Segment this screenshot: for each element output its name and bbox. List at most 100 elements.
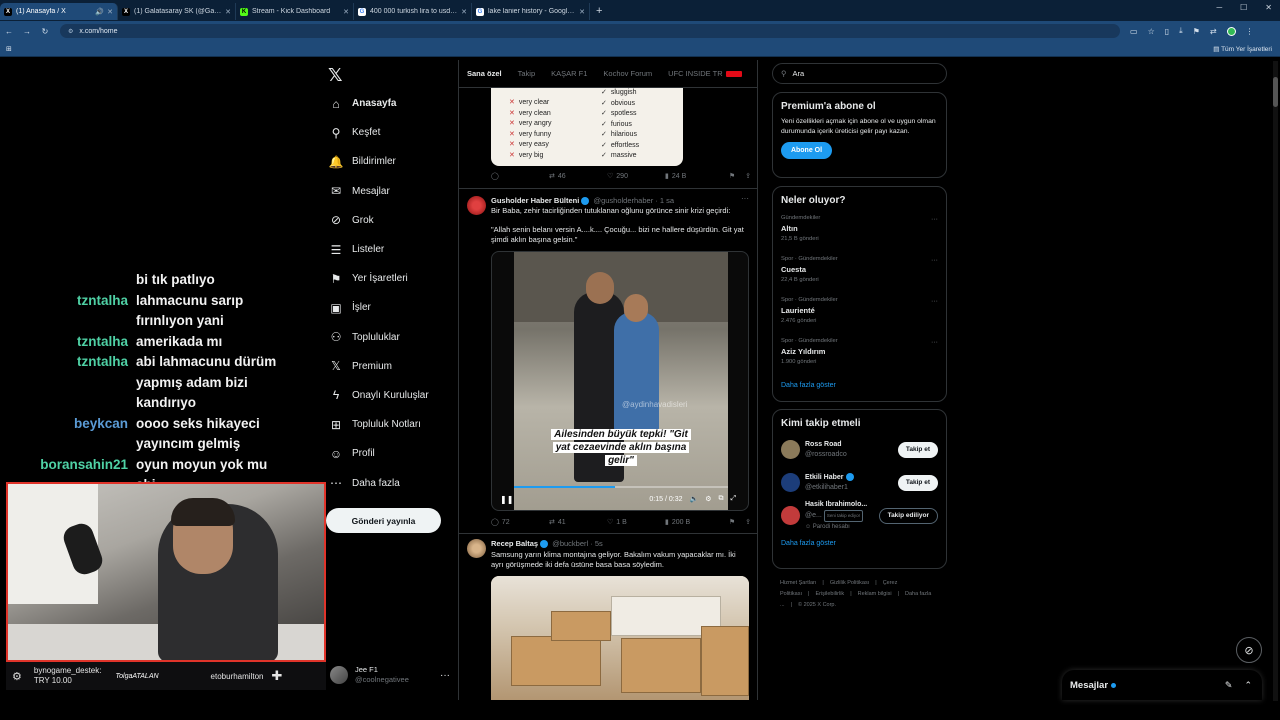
trend-item[interactable]: Gündemdekiler Altın 21,5 B gönderi ··· [781,210,938,251]
timeline-tab[interactable]: KAŞAR F1 [543,69,595,78]
nav-item-home[interactable]: ⌂ Anasayfa [326,89,456,118]
forward-icon[interactable]: → [18,27,36,36]
nav-item-list[interactable]: ☰ Listeler [326,235,456,264]
new-tab-button[interactable]: + [596,5,602,17]
apps-grid-icon[interactable]: ⊞ [6,45,12,53]
nav-item-grok[interactable]: ⊘ Grok [326,206,456,235]
author-handle[interactable]: @gusholderhaber [593,196,653,205]
bookmark-icon[interactable]: ⚑ [729,518,735,526]
nav-item-bell[interactable]: 🔔 Bildirimler [326,147,456,176]
nav-item-people[interactable]: ⚇ Topluluklar [326,323,456,352]
page-scrollbar[interactable] [1273,61,1278,701]
post-button[interactable]: Gönderi yayınla [326,508,441,533]
post-time[interactable]: 1 sa [660,196,674,205]
nav-item-search[interactable]: ⚲ Keşfet [326,118,456,147]
site-info-icon[interactable]: ⚙ [68,28,73,35]
star-icon[interactable]: ☆ [1148,27,1155,36]
fullscreen-icon[interactable]: ⤢ [731,495,737,503]
tab-audio-icon[interactable]: 🔊 [95,8,104,16]
nav-item-more-circle[interactable]: ⋯ Daha fazla [326,468,456,497]
reload-icon[interactable]: ↻ [36,27,54,36]
all-bookmarks-link[interactable]: ▤ Tüm Yer İşaretleri [1213,45,1272,53]
maximize-button[interactable]: ☐ [1240,3,1247,12]
nav-item-lightning[interactable]: ϟ Onaylı Kuruluşlar [326,381,456,410]
more-horizontal-icon[interactable]: ··· [931,257,938,264]
profile-avatar-icon[interactable] [1226,26,1236,36]
messages-dock[interactable]: Mesajlar ✎ ⌃ [1062,670,1262,700]
new-message-icon[interactable]: ✎ [1225,680,1233,691]
pause-icon[interactable]: ❚❚ [500,495,513,504]
post-image-vocabulary[interactable]: ✕ very clear ✕ very clean ✕ very angry ✕ very f… [491,88,683,166]
extension-icon[interactable]: ⚑ [1193,27,1200,36]
share-icon[interactable]: ⇪ [745,518,751,526]
nav-item-x-premium[interactable]: 𝕏 Premium [326,352,456,381]
follow-suggestion[interactable]: Etkili Haber @etkilihaber1 Takip et [781,466,938,499]
follow-suggestion[interactable]: Hasik Ibrahimolo... @e... Seni takip ediyo… [781,499,938,532]
like-button[interactable]: ♡ 1 B [607,518,665,527]
url-field[interactable]: ⚙ x.com/home [60,24,1120,38]
browser-tab[interactable]: X (1) Galatasaray SK (@Galatasaray...✕ [118,3,236,20]
nav-item-briefcase[interactable]: ▣ İşler [326,293,456,322]
close-window-button[interactable]: ✕ [1265,3,1272,12]
follow-suggestion[interactable]: Ross Road @rossroadco Takip et [781,433,938,466]
minimize-button[interactable]: ─ [1216,3,1222,12]
pip-icon[interactable]: ⧉ [719,495,724,503]
reply-button[interactable]: ◯ [491,172,549,180]
following-button[interactable]: Takip ediliyor [878,507,938,524]
trends-show-more[interactable]: Daha fazla göster [781,382,946,389]
grok-fab-icon[interactable]: ⊘ [1236,637,1262,663]
like-button[interactable]: ♡ 290 [607,172,665,181]
follow-button[interactable]: Takip et [897,474,938,491]
follow-button[interactable]: Takip et [897,441,938,458]
browser-tab[interactable]: Glake lanier history - Google'da A...✕ [472,3,590,20]
more-horizontal-icon[interactable]: ··· [931,216,938,223]
footer-link[interactable]: Erişilebilirlik [815,591,844,597]
post-image-boxes[interactable] [491,576,749,700]
trend-item[interactable]: Spor · Gündemdekiler Cuesta 22,4 B gönderi… [781,251,938,292]
search-input[interactable]: ⚲ Ara [772,63,947,84]
more-horizontal-icon[interactable]: ··· [931,298,938,305]
share-icon[interactable]: ⇪ [745,172,751,180]
avatar[interactable] [781,506,800,525]
more-horizontal-icon[interactable]: ··· [931,339,938,346]
x-logo-icon[interactable]: 𝕏 [328,65,343,86]
footer-link[interactable]: © 2025 X Corp. [798,602,836,608]
who-show-more[interactable]: Daha fazla göster [781,540,946,547]
browser-tab[interactable]: X (1) Anasayfa / X 🔊 ✕ [0,3,118,20]
author-name[interactable]: Gusholder Haber Bülteni [491,196,579,205]
settings-icon[interactable]: ⚙ [705,495,711,503]
nav-item-profile[interactable]: ☺ Profil [326,439,456,468]
back-icon[interactable]: ← [0,27,18,36]
views-button[interactable]: ▮ 24 B [665,172,715,181]
nav-item-mail[interactable]: ✉ Mesajlar [326,177,456,206]
tab-close-icon[interactable]: ✕ [579,8,585,16]
cast-icon[interactable]: ▭ [1130,27,1138,36]
browser-tab[interactable]: K Stream - Kick Dashboard ✕ [236,3,354,20]
trend-item[interactable]: Spor · Gündemdekiler Laurienté 2.476 gönde… [781,292,938,333]
repost-button[interactable]: ⇄ 41 [549,518,607,527]
footer-link[interactable]: Hizmet Şartları [780,580,816,586]
volume-icon[interactable]: 🔈 [690,495,699,503]
tab-close-icon[interactable]: ✕ [461,8,467,16]
trend-item[interactable]: Spor · Gündemdekiler Aziz Yıldırım 1.900 g… [781,333,938,374]
avatar[interactable] [781,473,800,492]
timeline-tab[interactable]: Sana özel [459,69,510,78]
timeline-tab[interactable]: Takip [510,69,544,78]
browser-tab[interactable]: G 400 000 turkish lira to usd - Goo...✕ [354,3,472,20]
more-horizontal-icon[interactable]: ··· [741,194,749,203]
more-horizontal-icon[interactable]: ··· [440,670,450,681]
account-switcher[interactable]: Jee F1 @coolnegativee ··· [330,662,450,688]
repost-button[interactable]: ⇄ 46 [549,172,607,181]
author-handle[interactable]: @buckberl [552,539,588,548]
reply-button[interactable]: ◯ 72 [491,518,549,527]
bookmark-icon[interactable]: ⚑ [729,172,735,180]
nav-item-notes[interactable]: ⊞ Topluluk Notları [326,410,456,439]
nav-item-bookmark[interactable]: ⚑ Yer İşaretleri [326,264,456,293]
post-time[interactable]: 5s [595,539,603,548]
sidepanel-icon[interactable]: ▯ [1165,27,1169,36]
menu-icon[interactable]: ⋮ [1246,27,1254,36]
chevron-up-icon[interactable]: ⌃ [1244,680,1252,691]
translate-icon[interactable]: ⇄ [1210,27,1217,36]
scrollbar-thumb[interactable] [1273,77,1278,107]
timeline-tab[interactable]: UFC INSIDE TR [660,69,749,78]
